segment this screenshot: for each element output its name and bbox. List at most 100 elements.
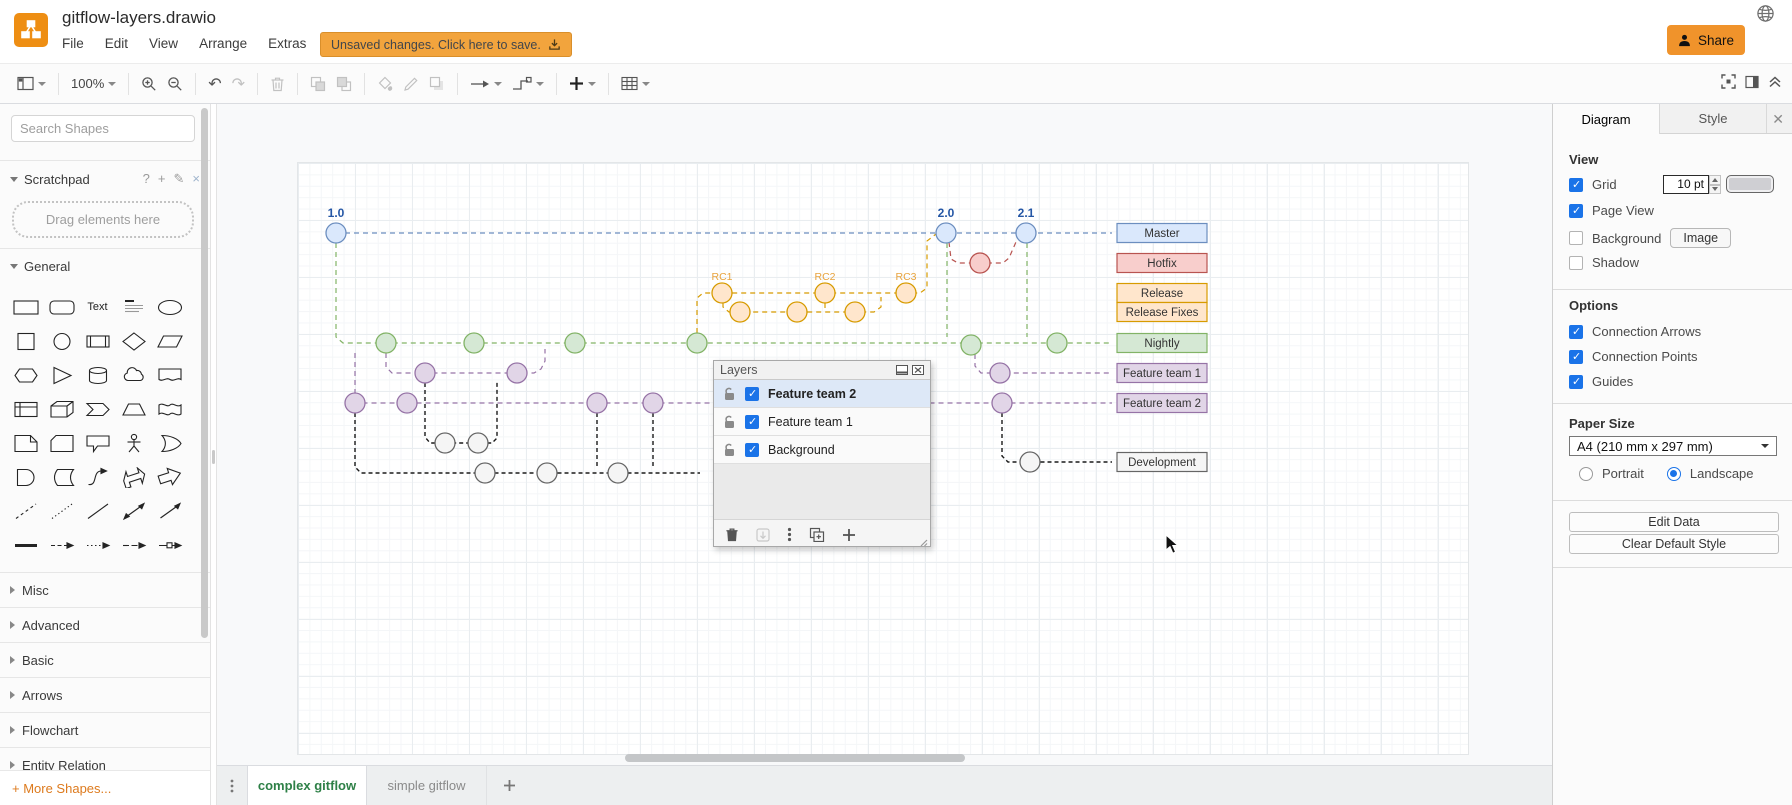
unlock-icon[interactable]: [723, 415, 736, 429]
shape-triangle[interactable]: [44, 358, 79, 392]
grid-size-input[interactable]: 10 pt: [1663, 175, 1709, 194]
commit-node-orange[interactable]: [712, 283, 732, 303]
to-back-button[interactable]: [331, 72, 357, 96]
shape-data-storage[interactable]: [44, 460, 79, 494]
shape-dash-edge[interactable]: [116, 528, 151, 562]
shape-double-arrow[interactable]: [116, 494, 151, 528]
shadow-button[interactable]: [424, 72, 450, 96]
shape-hexagon[interactable]: [8, 358, 43, 392]
shape-tape[interactable]: [152, 392, 187, 426]
landscape-radio[interactable]: [1667, 467, 1681, 481]
commit-node-green[interactable]: [961, 335, 981, 355]
commit-node-purple[interactable]: [345, 393, 365, 413]
connection-style-button[interactable]: [465, 73, 507, 95]
branch-edge-dark[interactable]: [1002, 413, 1112, 462]
shape-note[interactable]: [8, 426, 43, 460]
layers-dialog-titlebar[interactable]: Layers: [714, 361, 930, 380]
shape-link[interactable]: [8, 528, 43, 562]
undo-button[interactable]: ↶: [203, 72, 226, 96]
sidebar-section-advanced[interactable]: Advanced: [0, 607, 210, 642]
sidebar-section-entity-relation[interactable]: Entity Relation: [0, 747, 210, 770]
zoom-level-button[interactable]: 100%: [66, 72, 121, 95]
commit-node-orange[interactable]: [787, 302, 807, 322]
tab-diagram[interactable]: Diagram: [1553, 104, 1660, 134]
redo-button[interactable]: ↷: [227, 72, 250, 96]
drawing-canvas[interactable]: 1.02.02.1RC1RC2RC3MasterHotfixReleaseRel…: [217, 104, 1552, 805]
scratchpad-add-icon[interactable]: +: [158, 171, 166, 187]
branch-edge-dark[interactable]: [355, 413, 700, 473]
commit-node-gray[interactable]: [435, 433, 455, 453]
waypoint-style-button[interactable]: [507, 72, 549, 96]
unlock-icon[interactable]: [723, 387, 736, 401]
sidebar-section-misc[interactable]: Misc: [0, 572, 210, 607]
commit-node-orange[interactable]: [815, 283, 835, 303]
commit-node-green[interactable]: [376, 333, 396, 353]
commit-node-purple[interactable]: [415, 363, 435, 383]
commit-node-green[interactable]: [565, 333, 585, 353]
shape-actor[interactable]: [116, 426, 151, 460]
sidebar-section-arrows[interactable]: Arrows: [0, 677, 210, 712]
shape-dotted-line[interactable]: [44, 494, 79, 528]
branch-edge-dark[interactable]: [425, 380, 497, 443]
commit-node-green[interactable]: [687, 333, 707, 353]
paper-size-select[interactable]: A4 (210 mm x 297 mm): [1569, 436, 1777, 456]
fill-color-button[interactable]: [372, 72, 398, 96]
scratchpad-drop-area[interactable]: Drag elements here: [12, 201, 194, 238]
shape-cylinder[interactable]: [80, 358, 115, 392]
background-image-button[interactable]: Image: [1670, 228, 1731, 248]
shape-two-way-arrow[interactable]: [116, 460, 151, 494]
commit-node-orange[interactable]: [730, 302, 750, 322]
shadow-checkbox[interactable]: [1569, 256, 1583, 270]
view-panels-button[interactable]: [12, 72, 51, 95]
move-selection-icon[interactable]: [756, 528, 770, 542]
delete-button[interactable]: [265, 72, 290, 96]
scratchpad-header[interactable]: Scratchpad ?+✎×: [0, 166, 210, 192]
more-shapes-button[interactable]: + More Shapes...: [12, 781, 111, 796]
commit-node-gray[interactable]: [475, 463, 495, 483]
minimize-icon[interactable]: [896, 365, 908, 375]
pages-menu-button[interactable]: [217, 766, 247, 805]
to-front-button[interactable]: [305, 72, 331, 96]
commit-node-blue[interactable]: [326, 223, 346, 243]
menu-edit[interactable]: Edit: [105, 36, 128, 51]
shape-square[interactable]: [8, 324, 43, 358]
shape-parallelogram[interactable]: [152, 324, 187, 358]
page-view-checkbox[interactable]: [1569, 204, 1583, 218]
grid-size-stepper[interactable]: [1709, 175, 1721, 194]
shape-cloud[interactable]: [116, 358, 151, 392]
shape-rounded-rectangle[interactable]: [44, 290, 79, 324]
menu-extras[interactable]: Extras: [268, 36, 306, 51]
commit-node-green[interactable]: [1047, 333, 1067, 353]
commit-node-red[interactable]: [970, 253, 990, 273]
grid-color-button[interactable]: [1726, 175, 1774, 193]
collapse-toolbar-button[interactable]: [1768, 75, 1782, 93]
tab-style[interactable]: Style: [1660, 104, 1767, 133]
layer-row-background[interactable]: Background: [714, 436, 930, 464]
commit-node-blue[interactable]: [936, 223, 956, 243]
fullscreen-button[interactable]: [1721, 74, 1736, 94]
add-layer-icon[interactable]: [842, 528, 856, 542]
menu-view[interactable]: View: [149, 36, 178, 51]
sidebar-section-flowchart[interactable]: Flowchart: [0, 712, 210, 747]
shape-callout[interactable]: [80, 426, 115, 460]
duplicate-layer-icon[interactable]: [809, 527, 825, 542]
commit-node-gray[interactable]: [608, 463, 628, 483]
format-panel-toggle-button[interactable]: [1745, 75, 1759, 94]
add-page-button[interactable]: [487, 766, 531, 805]
commit-node-gray[interactable]: [468, 433, 488, 453]
layer-visibility-checkbox[interactable]: [745, 415, 759, 429]
shape-textbox[interactable]: [116, 290, 151, 324]
shape-line[interactable]: [80, 494, 115, 528]
shape-circle[interactable]: [44, 324, 79, 358]
layer-menu-dots-icon[interactable]: [787, 527, 792, 542]
canvas-horizontal-scrollbar[interactable]: [625, 754, 965, 762]
layer-row-feature-team-2[interactable]: Feature team 2: [714, 380, 930, 408]
scratchpad-close-icon[interactable]: ×: [192, 171, 200, 187]
connection-arrows-checkbox[interactable]: [1569, 325, 1583, 339]
zoom-in-button[interactable]: [136, 72, 162, 96]
shape-ellipse[interactable]: [152, 290, 187, 324]
sidebar-scrollbar[interactable]: [201, 108, 208, 638]
line-color-button[interactable]: [398, 72, 424, 96]
zoom-out-button[interactable]: [162, 72, 188, 96]
commit-node-gray[interactable]: [537, 463, 557, 483]
